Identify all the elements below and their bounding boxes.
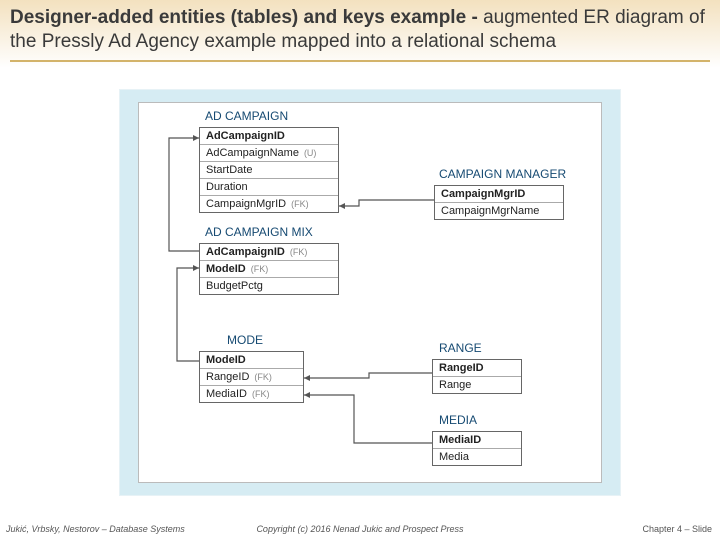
footer: Jukić, Vrbsky, Nestorov – Database Syste… bbox=[0, 518, 720, 540]
column-name: StartDate bbox=[206, 164, 252, 176]
column-annotation: (FK) bbox=[290, 247, 308, 257]
table-row: ModeID (FK) bbox=[200, 261, 338, 278]
table-ad-campaign: AdCampaignID AdCampaignName (U) StartDate Du… bbox=[199, 127, 339, 213]
table-row: RangeID (FK) bbox=[200, 369, 303, 386]
column-annotation: (FK) bbox=[252, 389, 270, 399]
table-row: Media bbox=[433, 449, 521, 465]
table-row: StartDate bbox=[200, 162, 338, 179]
table-row: CampaignMgrID bbox=[435, 186, 563, 203]
table-range: RangeID Range bbox=[432, 359, 522, 394]
diagram-canvas: AD CAMPAIGN AdCampaignID AdCampaignName (U… bbox=[120, 90, 620, 495]
table-row: BudgetPctg bbox=[200, 278, 338, 294]
title-sep: - bbox=[466, 7, 483, 28]
column-annotation: (U) bbox=[304, 148, 317, 158]
column-name: RangeID bbox=[439, 362, 484, 374]
column-name: Range bbox=[439, 379, 471, 391]
column-name: Media bbox=[439, 451, 469, 463]
column-name: Duration bbox=[206, 181, 248, 193]
footer-right: Chapter 4 – Slide bbox=[642, 524, 712, 534]
table-label-ad-campaign-mix: AD CAMPAIGN MIX bbox=[205, 225, 313, 239]
diagram-inner: AD CAMPAIGN AdCampaignID AdCampaignName (U… bbox=[138, 102, 602, 483]
column-annotation: (FK) bbox=[254, 372, 272, 382]
table-label-range: RANGE bbox=[439, 341, 482, 355]
column-name: AdCampaignID bbox=[206, 246, 285, 258]
table-mode: ModeIDRangeID(FK)MediaID(FK) bbox=[199, 351, 304, 403]
table-row: MediaID (FK) bbox=[200, 386, 303, 402]
table-row: Range bbox=[433, 377, 521, 393]
footer-center: Copyright (c) 2016 Nenad Jukic and Prosp… bbox=[0, 524, 720, 534]
table-row: CampaignMgrID (FK) bbox=[200, 196, 338, 212]
table-ad-campaign-mix: AdCampaignID (FK) ModeID (FK) BudgetPctg bbox=[199, 243, 339, 295]
column-name: MediaID bbox=[206, 388, 247, 400]
column-name: CampaignMgrID bbox=[441, 188, 525, 200]
table-row: AdCampaignID bbox=[200, 128, 338, 145]
table-row: RangeID bbox=[433, 360, 521, 377]
table-campaign-manager: CampaignMgrID CampaignMgrName bbox=[434, 185, 564, 220]
column-annotation: (FK) bbox=[291, 199, 309, 209]
table-label-campaign-manager: CAMPAIGN MANAGER bbox=[439, 167, 566, 181]
table-row: ModeID bbox=[200, 352, 303, 369]
column-name: AdCampaignName bbox=[206, 147, 299, 159]
column-annotation: (FK) bbox=[251, 264, 269, 274]
title-bold: Designer-added entities (tables) and key… bbox=[10, 7, 466, 28]
column-name: CampaignMgrName bbox=[441, 205, 539, 217]
table-row: Duration bbox=[200, 179, 338, 196]
table-row: MediaID bbox=[433, 432, 521, 449]
table-media: MediaID Media bbox=[432, 431, 522, 466]
column-name: ModeID bbox=[206, 263, 246, 275]
table-label-mode: MODE bbox=[227, 333, 263, 347]
column-name: BudgetPctg bbox=[206, 280, 263, 292]
table-label-ad-campaign: AD CAMPAIGN bbox=[205, 109, 288, 123]
slide-title: Designer-added entities (tables) and key… bbox=[10, 6, 710, 54]
table-row: CampaignMgrName bbox=[435, 203, 563, 219]
table-row: AdCampaignName (U) bbox=[200, 145, 338, 162]
divider bbox=[10, 60, 710, 62]
column-name: AdCampaignID bbox=[206, 130, 285, 142]
column-name: CampaignMgrID bbox=[206, 198, 286, 210]
column-name: ModeID bbox=[206, 354, 246, 366]
table-row: AdCampaignID (FK) bbox=[200, 244, 338, 261]
column-name: MediaID bbox=[439, 434, 481, 446]
column-name: RangeID bbox=[206, 371, 249, 383]
table-label-media: MEDIA bbox=[439, 413, 477, 427]
